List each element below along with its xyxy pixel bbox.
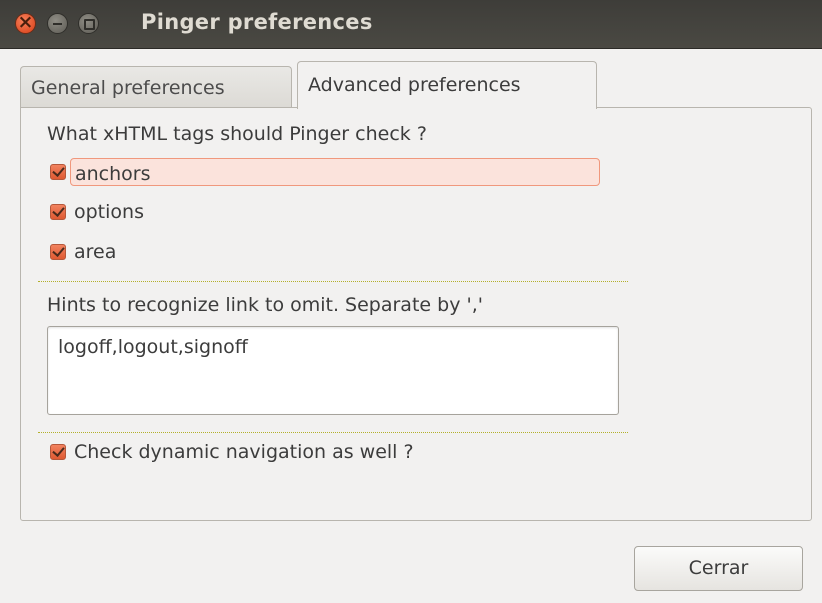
hints-label: Hints to recognize link to omit. Separat… xyxy=(47,294,483,316)
tab-general-preferences[interactable]: General preferences xyxy=(20,66,292,108)
checkbox-checked-icon[interactable] xyxy=(50,204,66,220)
checkbox-dynamic-navigation[interactable]: Check dynamic navigation as well ? xyxy=(50,437,414,467)
checkbox-checked-icon[interactable] xyxy=(50,444,66,460)
checkbox-checked-icon[interactable] xyxy=(50,164,66,180)
checkbox-area[interactable]: area xyxy=(50,237,116,267)
checkbox-options-label: options xyxy=(74,201,144,223)
tags-question-label: What xHTML tags should Pinger check ? xyxy=(47,123,427,145)
checkbox-dynamic-navigation-label: Check dynamic navigation as well ? xyxy=(74,441,414,463)
separator xyxy=(38,281,628,282)
close-button[interactable]: Cerrar xyxy=(634,546,803,591)
tab-advanced-preferences[interactable]: Advanced preferences xyxy=(297,61,597,109)
checkbox-anchors[interactable]: anchors xyxy=(50,157,600,187)
hints-textarea[interactable]: logoff,logout,signoff xyxy=(47,326,619,415)
checkbox-area-label: area xyxy=(74,241,117,263)
maximize-icon[interactable] xyxy=(78,13,99,34)
window-title: Pinger preferences xyxy=(141,10,373,34)
separator xyxy=(38,432,628,433)
minimize-icon[interactable] xyxy=(47,13,68,34)
close-icon[interactable] xyxy=(15,11,36,34)
title-bar[interactable]: Pinger preferences xyxy=(0,0,822,49)
checkbox-anchors-label: anchors xyxy=(70,158,600,186)
checkbox-checked-icon[interactable] xyxy=(50,244,66,260)
preferences-window: Pinger preferences General preferences A… xyxy=(0,0,822,603)
checkbox-options[interactable]: options xyxy=(50,197,144,227)
